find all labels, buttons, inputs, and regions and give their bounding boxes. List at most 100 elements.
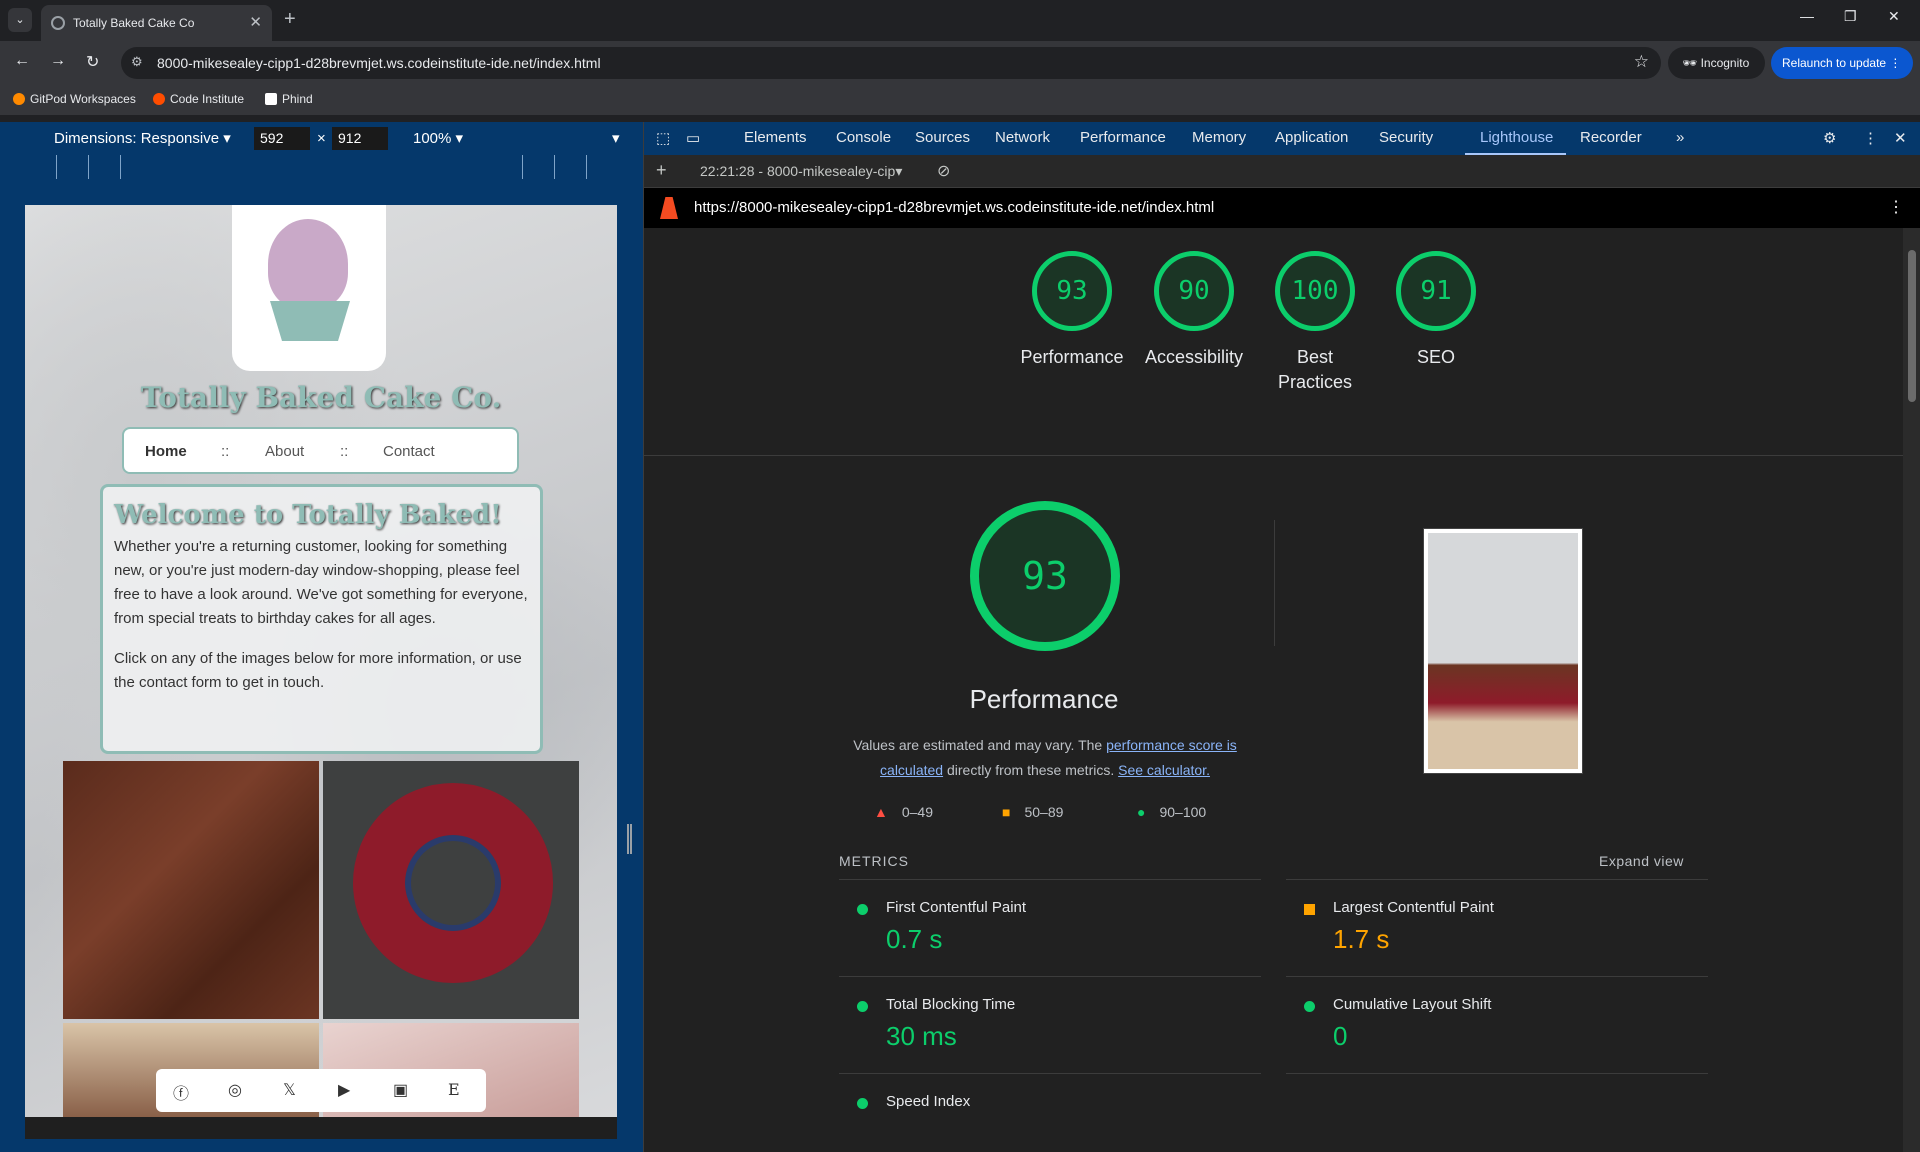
score-performance[interactable]: 93 Performance [1010,251,1134,370]
tab-search-icon[interactable]: ⌄ [8,8,32,32]
report-scrollbar[interactable] [1903,228,1920,1152]
score-best-practices[interactable]: 100 Best Practices [1253,251,1377,395]
score-seo[interactable]: 91 SEO [1374,251,1498,370]
devtools-tabbar: ⬚ ▭ Elements Console Sources Network Per… [644,122,1920,155]
tab-sources[interactable]: Sources [915,129,970,146]
nav-about[interactable]: About [265,443,304,460]
site-logo[interactable] [232,205,386,371]
lighthouse-toolbar: + 22:21:28 - 8000-mikesealey-cip▾ ⊘ [644,155,1920,188]
device-toggle-icon[interactable]: ▭ [686,129,700,147]
tab-elements[interactable]: Elements [744,129,807,146]
tab-lighthouse[interactable]: Lighthouse [1480,129,1553,146]
resize-grip-icon[interactable] [627,824,632,854]
see-calculator-link[interactable]: See calculator. [1118,762,1210,778]
tab-application[interactable]: Application [1275,129,1348,146]
incognito-icon: 🕶 [1682,56,1701,70]
metric-divider [1286,1073,1708,1152]
nav-separator: :: [221,443,230,460]
relaunch-label: Relaunch to update [1782,56,1887,70]
report-selector[interactable]: 22:21:28 - 8000-mikesealey-cip▾ [700,163,902,180]
zoom-dropdown[interactable]: 100% ▾ [413,129,463,147]
width-input[interactable]: 592 [254,127,310,150]
lighthouse-report: 93 Performance 90 Accessibility 100 Best… [644,228,1903,1152]
new-report-icon[interactable]: + [656,160,667,181]
pass-icon [857,904,868,915]
forward-icon[interactable]: → [50,52,66,70]
score-gauge: 100 [1275,251,1355,331]
nav-contact[interactable]: Contact [383,443,435,460]
incognito-badge[interactable]: 🕶 Incognito [1668,47,1765,79]
site-info-icon[interactable]: ⚙ [131,54,143,70]
scrollbar-thumb[interactable] [1908,250,1916,402]
settings-gear-icon[interactable]: ⚙ [1823,129,1836,147]
tab-network[interactable]: Network [995,129,1050,146]
x-icon[interactable]: 𝕏 [283,1080,296,1100]
more-tabs-icon[interactable]: » [1676,129,1684,146]
height-input[interactable]: 912 [332,127,388,150]
dimensions-dropdown[interactable]: Dimensions: Responsive ▾ [54,129,231,147]
welcome-panel: Welcome to Totally Baked! Whether you're… [100,484,543,754]
bookmark-star-icon[interactable]: ☆ [1634,52,1649,72]
tab-security[interactable]: Security [1379,129,1433,146]
tab-memory[interactable]: Memory [1192,129,1246,146]
bookmark-code-institute[interactable]: Code Institute [153,92,244,106]
score-label: Performance [1020,347,1124,367]
media-query-ruler[interactable] [0,155,643,179]
back-icon[interactable]: ← [14,52,30,70]
reload-icon[interactable]: ↻ [86,52,99,72]
incognito-label: Incognito [1700,56,1750,70]
expand-view-toggle[interactable]: Expand view [1599,853,1684,869]
bookmark-label: GitPod Workspaces [30,92,136,106]
nav-home[interactable]: Home [145,443,187,460]
etsy-icon[interactable]: E [448,1080,460,1099]
lighthouse-icon [660,197,678,219]
bookmark-gitpod[interactable]: GitPod Workspaces [13,92,136,106]
bookmark-phind[interactable]: Phind [265,92,313,106]
browser-tab[interactable]: Totally Baked Cake Co ✕ [41,5,272,41]
clear-icon[interactable]: ⊘ [937,161,950,181]
tab-console[interactable]: Console [836,129,891,146]
score-gauge: 90 [1154,251,1234,331]
viewport-resize-bar[interactable] [25,1117,617,1139]
performance-description: Values are estimated and may vary. The p… [840,733,1250,783]
tab-performance[interactable]: Performance [1080,129,1166,146]
report-url[interactable]: https://8000-mikesealey-cipp1-d28brevmje… [694,199,1214,216]
score-accessibility[interactable]: 90 Accessibility [1132,251,1256,370]
device-options-icon[interactable]: ▾ [612,129,620,147]
new-tab-icon[interactable]: + [284,8,296,31]
legend-average: ■ 50–89 [1002,804,1063,820]
berry-wreath-image[interactable] [323,761,579,1019]
inspect-element-icon[interactable]: ⬚ [656,129,670,147]
close-devtools-icon[interactable]: ✕ [1894,129,1907,147]
site-nav: Home :: About :: Contact [122,427,519,474]
desc-text: directly from these metrics. [943,762,1119,778]
instagram-icon[interactable]: ◎ [228,1080,242,1100]
device-toolbar: Dimensions: Responsive ▾ 592 × 912 100% … [0,122,643,155]
metric-name: Cumulative Layout Shift [1333,996,1492,1013]
bookmark-label: Code Institute [170,92,245,106]
url-text[interactable]: 8000-mikesealey-cipp1-d28brevmjet.ws.cod… [157,55,601,71]
facebook-icon[interactable]: ⓕ [173,1080,189,1104]
relaunch-button[interactable]: Relaunch to update ⋮ [1771,47,1913,79]
address-bar[interactable]: ⚙ 8000-mikesealey-cipp1-d28brevmjet.ws.c… [121,47,1661,79]
metrics-heading: METRICS [839,853,909,869]
youtube-icon[interactable]: ▶ [338,1080,350,1100]
close-tab-icon[interactable]: ✕ [249,13,262,31]
final-screenshot[interactable] [1423,528,1583,774]
restore-icon[interactable]: ❐ [1844,8,1857,25]
minimize-icon[interactable]: — [1800,8,1814,24]
metric-value: 0.7 s [886,924,943,954]
brownie-image[interactable] [63,761,319,1019]
linkedin-icon[interactable]: ▣ [393,1080,408,1100]
report-menu-icon[interactable]: ⋮ [1888,197,1904,217]
more-options-icon[interactable]: ⋮ [1863,129,1878,147]
legend-range: 90–100 [1159,804,1207,820]
score-label: SEO [1416,347,1455,367]
tab-recorder[interactable]: Recorder [1580,129,1642,146]
cupcake-base [270,301,350,341]
bookmarks-bar: GitPod Workspaces Code Institute Phind [0,84,1920,115]
close-window-icon[interactable]: ✕ [1888,8,1900,25]
metric-value: 0 [1333,1021,1348,1051]
emulated-viewport: Totally Baked Cake Co. Home :: About :: … [25,205,617,1117]
welcome-heading: Welcome to Totally Baked! [114,500,502,530]
